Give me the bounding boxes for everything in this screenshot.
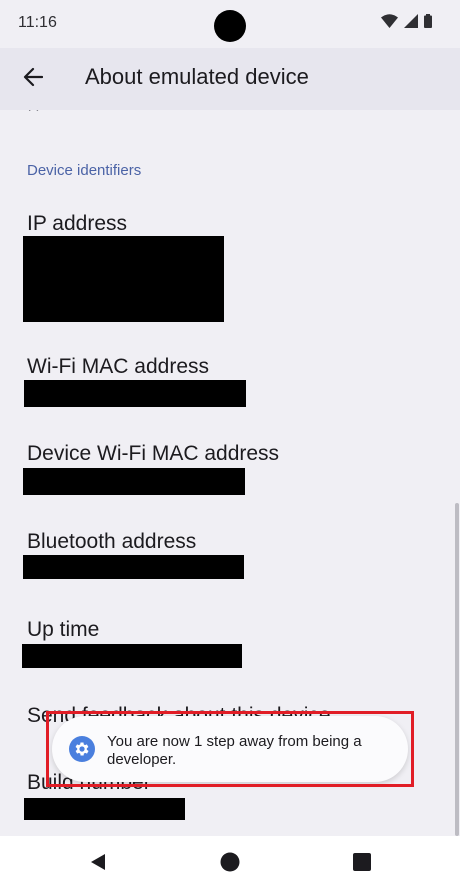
ip-address-item[interactable]: IP address [0,212,460,332]
nav-back-icon [88,852,108,877]
wifi-mac-address-item[interactable]: Wi-Fi MAC address [0,355,460,415]
section-header-device-identifiers: Device identifiers [27,162,142,179]
bluetooth-address-title: Bluetooth address [27,530,197,553]
navigation-bar [0,836,460,891]
wifi-mac-address-title: Wi-Fi MAC address [27,355,210,378]
camera-cutout [214,10,246,42]
signal-icon [404,14,418,28]
up-time-redacted [22,644,242,668]
up-time-title: Up time [27,618,100,641]
nav-home-button[interactable] [217,851,243,877]
ip-address-title: IP address [27,212,128,235]
nav-back-button[interactable] [85,851,111,877]
nav-recents-icon [353,852,371,876]
app-bar: About emulated device [0,48,460,110]
highlight-box [46,711,414,787]
device-wifi-mac-address-title: Device Wi-Fi MAC address [27,442,280,465]
nav-recents-button[interactable] [349,851,375,877]
wifi-mac-address-redacted [24,380,246,407]
up-time-item[interactable]: Up time [0,618,460,678]
previous-item-partial: ?? [26,110,42,114]
bluetooth-address-redacted [23,555,244,579]
back-button[interactable] [16,62,50,96]
ip-address-redacted [23,236,224,322]
nav-home-icon [220,852,240,877]
wifi-icon [381,14,398,28]
scrollbar[interactable] [455,503,459,836]
status-time: 11:16 [18,14,57,31]
device-wifi-mac-address-redacted [23,468,245,495]
back-arrow-icon [23,67,44,92]
page-title: About emulated device [85,64,309,89]
device-wifi-mac-address-item[interactable]: Device Wi-Fi MAC address [0,442,460,502]
status-icons [381,14,432,28]
status-bar: 11:16 [0,0,460,48]
build-number-redacted [24,798,185,820]
bluetooth-address-item[interactable]: Bluetooth address [0,530,460,590]
battery-icon [424,14,432,28]
